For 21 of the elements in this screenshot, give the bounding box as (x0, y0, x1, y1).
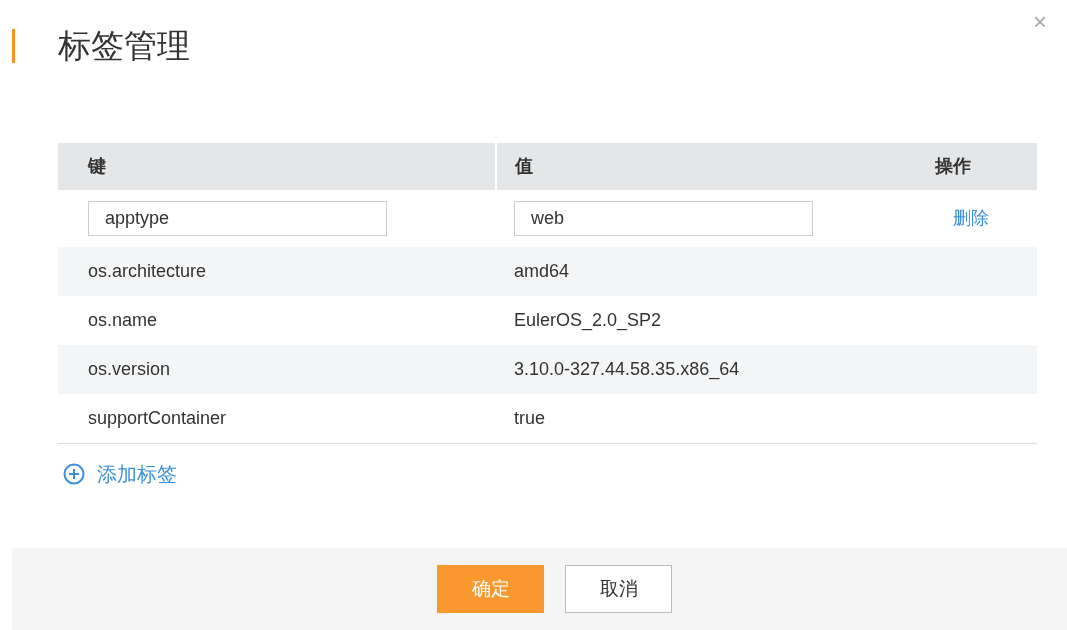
add-tag-link[interactable]: 添加标签 (97, 459, 177, 489)
table-cell-text: os.name (87, 309, 159, 332)
table-cell-text: 3.10.0-327.44.58.35.x86_64 (513, 358, 741, 382)
table-cell-text: amd64 (513, 260, 571, 283)
close-button[interactable]: × (1033, 8, 1047, 36)
column-header: 键 (86, 155, 107, 178)
table-cell-text: true (513, 407, 547, 430)
table-cell-text: EulerOS_2.0_SP2 (513, 309, 663, 333)
delete-link[interactable]: 删除 (953, 205, 989, 232)
table-cell-text: os.architecture (87, 260, 208, 283)
column-header: 值 (513, 155, 534, 178)
cancel-button[interactable]: 取消 (565, 565, 672, 613)
title-accent-bar (12, 29, 15, 63)
add-circle-icon[interactable] (63, 463, 85, 485)
table-cell-text: supportContainer (87, 407, 228, 430)
value-input[interactable]: web (514, 201, 813, 236)
table-cell-text: os.version (87, 358, 172, 381)
confirm-button[interactable]: 确定 (437, 565, 544, 613)
key-input[interactable]: apptype (88, 201, 387, 236)
column-header: 操作 (935, 155, 971, 178)
dialog-title: 标签管理 (58, 26, 190, 66)
